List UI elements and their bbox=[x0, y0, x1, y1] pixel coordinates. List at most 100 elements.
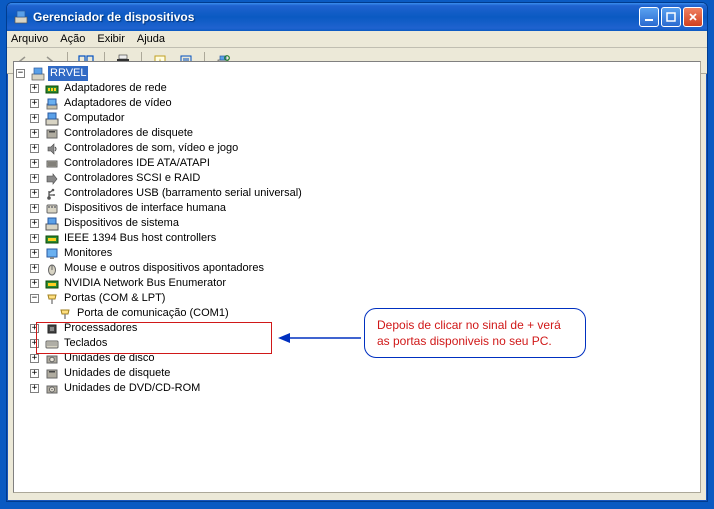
tree-label: Controladores de disquete bbox=[62, 126, 195, 141]
tree-panel[interactable]: − RRVEL + Adaptadores de rede + Adaptadore… bbox=[13, 61, 701, 493]
tree-label: Porta de comunicação (COM1) bbox=[75, 306, 231, 321]
tree-label: Mouse e outros dispositivos apontadores bbox=[62, 261, 266, 276]
window-title: Gerenciador de dispositivos bbox=[33, 10, 637, 24]
keyboard-icon bbox=[44, 336, 60, 352]
ports-icon bbox=[44, 291, 60, 307]
tree-item[interactable]: + Computador bbox=[30, 111, 698, 126]
tree-item[interactable]: + IEEE 1394 Bus host controllers bbox=[30, 231, 698, 246]
video-adapter-icon bbox=[44, 96, 60, 112]
close-button[interactable] bbox=[683, 7, 703, 27]
tree-item[interactable]: + Unidades de disco bbox=[30, 351, 698, 366]
collapse-icon[interactable]: − bbox=[16, 69, 25, 78]
tree-item-ports[interactable]: − Portas (COM & LPT) bbox=[30, 291, 698, 306]
tree-label: Adaptadores de vídeo bbox=[62, 96, 174, 111]
minimize-button[interactable] bbox=[639, 7, 659, 27]
tree-item[interactable]: +Controladores SCSI e RAID bbox=[30, 171, 698, 186]
expand-icon[interactable]: + bbox=[30, 189, 39, 198]
computer-icon bbox=[44, 111, 60, 127]
tree-item[interactable]: + Controladores USB (barramento serial un… bbox=[30, 186, 698, 201]
tree-label: Adaptadores de rede bbox=[62, 81, 169, 96]
tree-label: Teclados bbox=[62, 336, 109, 351]
annotation-callout: Depois de clicar no sinal de + verá as p… bbox=[364, 308, 586, 358]
tree-label: Controladores de som, vídeo e jogo bbox=[62, 141, 240, 156]
floppy-controller-icon bbox=[44, 126, 60, 142]
expand-icon[interactable]: + bbox=[30, 249, 39, 258]
tree-label: NVIDIA Network Bus Enumerator bbox=[62, 276, 228, 291]
device-tree: − RRVEL + Adaptadores de rede + Adaptadore… bbox=[14, 62, 700, 400]
root-label[interactable]: RRVEL bbox=[48, 66, 88, 81]
tree-item[interactable]: + Controladores de som, vídeo e jogo bbox=[30, 141, 698, 156]
expand-icon[interactable]: + bbox=[30, 369, 39, 378]
tree-label: Unidades de disquete bbox=[62, 366, 172, 381]
tree-item[interactable]: + Monitores bbox=[30, 246, 698, 261]
com-port-icon bbox=[57, 306, 73, 322]
floppy-drive-icon bbox=[44, 366, 60, 382]
disk-drive-icon bbox=[44, 351, 60, 367]
mouse-icon bbox=[44, 261, 60, 277]
expand-icon[interactable]: + bbox=[30, 279, 39, 288]
expand-icon[interactable]: + bbox=[30, 219, 39, 228]
expand-icon[interactable]: + bbox=[30, 84, 39, 93]
tree-root-row[interactable]: − RRVEL bbox=[16, 66, 698, 81]
app-icon bbox=[13, 9, 29, 25]
network-adapter-icon bbox=[44, 81, 60, 97]
tree-label: Dispositivos de sistema bbox=[62, 216, 181, 231]
menu-exibir[interactable]: Exibir bbox=[97, 33, 125, 45]
menu-bar: Arquivo Ação Exibir Ajuda bbox=[7, 31, 707, 48]
expand-icon[interactable]: + bbox=[30, 144, 39, 153]
tree-label: Unidades de disco bbox=[62, 351, 157, 366]
monitor-icon bbox=[44, 246, 60, 262]
tree-item[interactable]: + Dispositivos de sistema bbox=[30, 216, 698, 231]
expand-icon[interactable]: + bbox=[30, 324, 39, 333]
usb-icon bbox=[44, 186, 60, 202]
sound-icon bbox=[44, 141, 60, 157]
expand-icon[interactable]: + bbox=[30, 159, 39, 168]
tree-label: Unidades de DVD/CD-ROM bbox=[62, 381, 202, 396]
tree-item[interactable]: + Adaptadores de rede bbox=[30, 81, 698, 96]
tree-item[interactable]: + Adaptadores de vídeo bbox=[30, 96, 698, 111]
expand-icon[interactable]: + bbox=[30, 129, 39, 138]
tree-label: Computador bbox=[62, 111, 127, 126]
tree-item[interactable]: + Dispositivos de interface humana bbox=[30, 201, 698, 216]
scsi-icon bbox=[44, 171, 60, 187]
tree-item[interactable]: + Controladores IDE ATA/ATAPI bbox=[30, 156, 698, 171]
tree-label: IEEE 1394 Bus host controllers bbox=[62, 231, 218, 246]
expand-icon[interactable]: + bbox=[30, 99, 39, 108]
hid-icon bbox=[44, 201, 60, 217]
expand-icon[interactable]: + bbox=[30, 204, 39, 213]
maximize-button[interactable] bbox=[661, 7, 681, 27]
expand-icon[interactable]: + bbox=[30, 174, 39, 183]
tree-label: Controladores USB (barramento serial uni… bbox=[62, 186, 304, 201]
expand-icon[interactable]: + bbox=[30, 384, 39, 393]
tree-label: Controladores IDE ATA/ATAPI bbox=[62, 156, 212, 171]
menu-acao[interactable]: Ação bbox=[60, 33, 85, 45]
tree-item[interactable]: + Controladores de disquete bbox=[30, 126, 698, 141]
tree-item[interactable]: + Unidades de disquete bbox=[30, 366, 698, 381]
ide-controller-icon bbox=[44, 156, 60, 172]
dvd-drive-icon bbox=[44, 381, 60, 397]
expand-icon[interactable]: + bbox=[30, 234, 39, 243]
computer-icon bbox=[30, 66, 46, 82]
system-device-icon bbox=[44, 216, 60, 232]
tree-label: Dispositivos de interface humana bbox=[62, 201, 228, 216]
annotation-text-line1: Depois de clicar no sinal de + verá bbox=[377, 317, 573, 333]
tree-item[interactable]: + Mouse e outros dispositivos apontadores bbox=[30, 261, 698, 276]
tree-label: Processadores bbox=[62, 321, 139, 336]
expand-icon[interactable]: + bbox=[30, 264, 39, 273]
expand-icon[interactable]: + bbox=[30, 354, 39, 363]
firewire-icon bbox=[44, 231, 60, 247]
expand-icon[interactable]: + bbox=[30, 114, 39, 123]
device-manager-window: Gerenciador de dispositivos Arquivo Ação… bbox=[6, 2, 708, 502]
network-bus-icon bbox=[44, 276, 60, 292]
collapse-icon[interactable]: − bbox=[30, 294, 39, 303]
menu-arquivo[interactable]: Arquivo bbox=[11, 33, 48, 45]
expand-icon[interactable]: + bbox=[30, 339, 39, 348]
tree-label: Monitores bbox=[62, 246, 114, 261]
tree-item[interactable]: + Unidades de DVD/CD-ROM bbox=[30, 381, 698, 396]
processor-icon bbox=[44, 321, 60, 337]
title-bar[interactable]: Gerenciador de dispositivos bbox=[7, 3, 707, 31]
annotation-text-line2: as portas disponiveis no seu PC. bbox=[377, 333, 573, 349]
tree-label: Portas (COM & LPT) bbox=[62, 291, 167, 306]
tree-item[interactable]: + NVIDIA Network Bus Enumerator bbox=[30, 276, 698, 291]
menu-ajuda[interactable]: Ajuda bbox=[137, 33, 165, 45]
